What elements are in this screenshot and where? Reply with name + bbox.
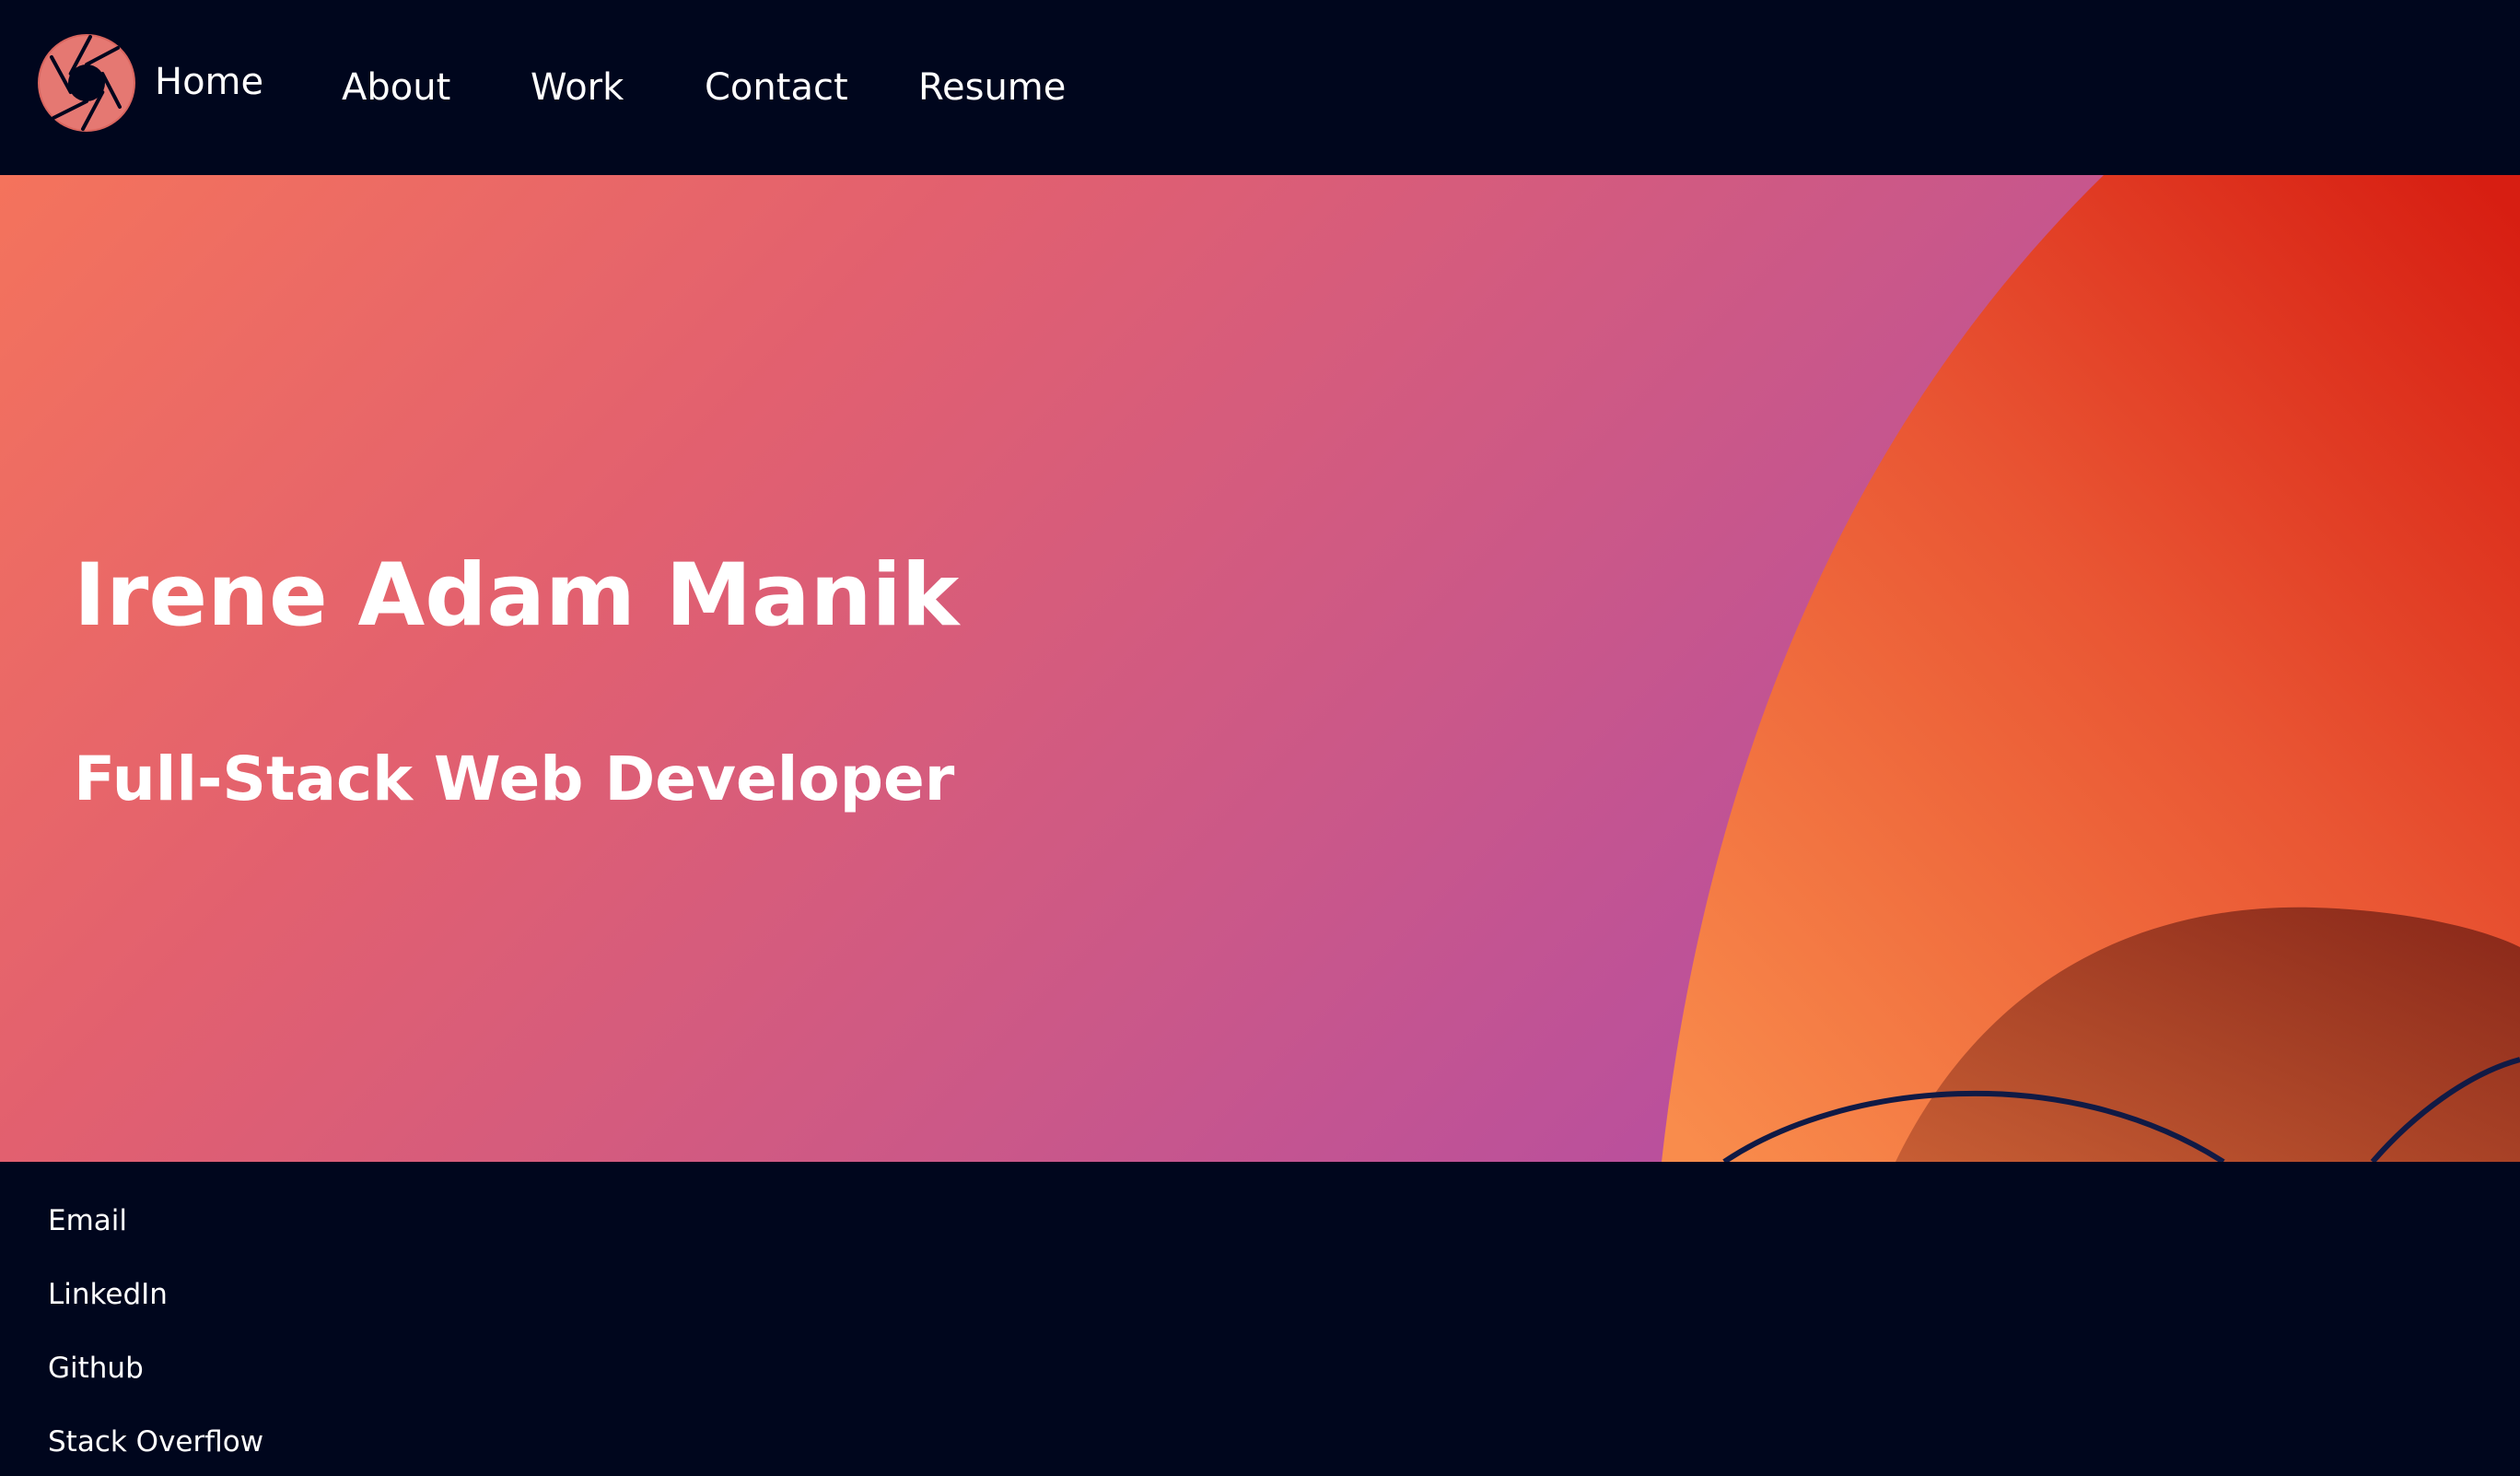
logo-link[interactable] — [37, 33, 136, 133]
nav-link-contact[interactable]: Contact — [705, 0, 848, 175]
nav-link-resume[interactable]: Resume — [918, 0, 1066, 175]
nav-link-home[interactable]: Home — [155, 0, 263, 170]
hero-sun-illustration — [1662, 175, 2520, 1162]
hero-section: Irene Adam Manik Full-Stack Web Develope… — [0, 175, 2520, 1162]
nav-link-about[interactable]: About — [342, 0, 450, 175]
footer-link-linkedin[interactable]: LinkedIn — [48, 1281, 168, 1309]
footer-link-stack-overflow[interactable]: Stack Overflow — [48, 1428, 263, 1457]
nav-link-work[interactable]: Work — [531, 0, 624, 175]
footer-link-github[interactable]: Github — [48, 1354, 144, 1383]
footer-link-email[interactable]: Email — [48, 1207, 127, 1236]
hero-name-heading: Irene Adam Manik — [74, 545, 960, 646]
hero-role-subheading: Full-Stack Web Developer — [74, 744, 955, 814]
navbar: Home About Work Contact Resume — [0, 0, 2520, 175]
footer: Email LinkedIn Github Stack Overflow — [0, 1162, 2520, 1476]
camera-aperture-icon — [37, 33, 136, 133]
